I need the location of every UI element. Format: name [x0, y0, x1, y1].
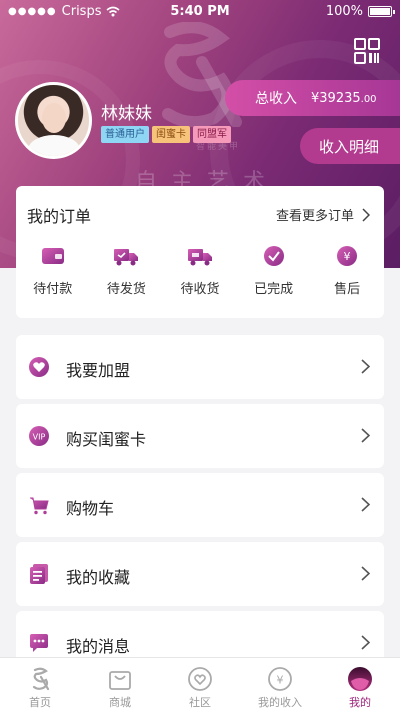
income-detail-button[interactable]: 收入明细: [300, 128, 400, 164]
view-more-orders-label: 查看更多订单: [275, 209, 354, 224]
orders-title: 我的订单: [27, 207, 92, 226]
order-pending-receipt-label: 待收货: [180, 282, 220, 297]
shopping-bag-icon: [109, 671, 131, 690]
tab-mine-label: 我的: [349, 696, 371, 709]
tab-mall[interactable]: 商城: [80, 658, 160, 711]
order-pending-payment[interactable]: 待付款: [16, 244, 90, 297]
chevron-right-icon: [361, 566, 370, 581]
order-pending-payment-label: 待付款: [33, 282, 73, 297]
menu-messages-label: 我的消息: [66, 637, 131, 656]
total-income-badge[interactable]: 总收入 ¥39235.00: [225, 80, 400, 116]
total-income-value: ¥39235.00: [311, 91, 377, 106]
tab-mall-label: 商城: [109, 696, 131, 709]
delivery-icon: [187, 249, 212, 266]
view-more-orders-link[interactable]: 查看更多订单: [276, 205, 370, 224]
svg-text:VIP: VIP: [33, 433, 46, 442]
income-icon: ¥: [268, 667, 292, 691]
tag-member: 普通用户: [101, 126, 149, 143]
orders-card: 我的订单 查看更多订单 待付款 待发货 待收货 已完成 ¥ 售后: [16, 186, 384, 318]
tag-alliance: 同盟军: [193, 126, 231, 143]
menu-buy-card-label: 购买闺蜜卡: [66, 430, 147, 449]
avatar-face: [42, 103, 66, 133]
order-completed[interactable]: 已完成: [237, 244, 311, 297]
chevron-right-icon: [361, 635, 370, 650]
tab-income[interactable]: ¥ 我的收入: [240, 658, 320, 711]
check-icon: [263, 246, 284, 266]
menu-cart[interactable]: 购物车: [16, 473, 384, 537]
total-income-label: 总收入: [255, 91, 297, 107]
vip-icon: VIP: [29, 426, 49, 446]
svg-text:¥: ¥: [344, 250, 351, 263]
order-completed-label: 已完成: [254, 282, 294, 297]
order-pending-shipment[interactable]: 待发货: [90, 244, 164, 297]
order-pending-receipt[interactable]: 待收货: [163, 244, 237, 297]
chevron-right-icon: [362, 207, 370, 222]
bottom-tab-bar: 首页 商城 社区 ¥ 我的收入 我的: [0, 657, 400, 711]
collection-icon: [30, 564, 48, 584]
tab-income-label: 我的收入: [258, 696, 302, 709]
avatar-body: [28, 135, 80, 156]
total-income-amount: ¥39235: [311, 90, 361, 106]
battery-icon: [368, 6, 395, 17]
cart-icon: [30, 497, 49, 515]
battery-percent: 100%: [325, 4, 363, 19]
username: 林妹妹: [101, 104, 152, 124]
menu-favorites[interactable]: 我的收藏: [16, 542, 384, 606]
yen-icon: ¥: [337, 246, 358, 266]
menu-buy-card[interactable]: VIP 购买闺蜜卡: [16, 404, 384, 468]
qr-code-icon[interactable]: [354, 38, 380, 64]
profile-icon: [348, 667, 372, 691]
order-after-sales-label: 售后: [334, 282, 361, 297]
chevron-right-icon: [361, 428, 370, 443]
tab-home-label: 首页: [29, 696, 51, 709]
menu-favorites-label: 我的收藏: [66, 568, 131, 587]
menu-cart-label: 购物车: [66, 499, 115, 518]
order-after-sales[interactable]: ¥ 售后: [310, 244, 384, 297]
order-pending-shipment-label: 待发货: [106, 282, 146, 297]
total-income-decimal: .00: [360, 93, 377, 105]
chevron-right-icon: [361, 359, 370, 374]
status-bar: ●●●●● Crisps 5:40 PM 100%: [0, 0, 400, 24]
menu-join[interactable]: 我要加盟: [16, 335, 384, 399]
message-icon: [30, 634, 48, 652]
community-heart-icon: [188, 667, 212, 691]
tab-community[interactable]: 社区: [160, 658, 240, 711]
truck-icon: [114, 249, 139, 266]
tab-home[interactable]: 首页: [0, 658, 80, 711]
chevron-right-icon: [361, 497, 370, 512]
heart-badge-icon: [29, 357, 49, 377]
tab-community-label: 社区: [189, 696, 211, 709]
wallet-icon: [41, 248, 64, 264]
tab-mine[interactable]: 我的: [320, 658, 400, 711]
tag-bestie-card: 闺蜜卡: [152, 126, 190, 143]
svg-text:¥: ¥: [277, 674, 284, 687]
home-logo-icon: [32, 667, 50, 691]
user-tags: 普通用户 闺蜜卡 同盟军: [101, 126, 231, 143]
avatar[interactable]: [15, 82, 92, 159]
menu-join-label: 我要加盟: [66, 361, 131, 380]
